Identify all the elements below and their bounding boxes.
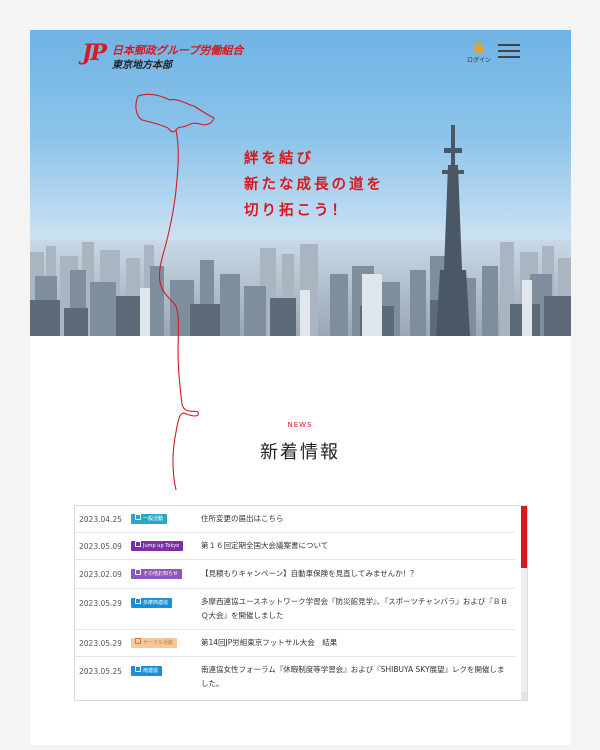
news-headline[interactable]: 南連協女性フォーラム『休暇制度等学習会』および『SHIBUYA SKY展望』レク… (201, 663, 509, 691)
news-item[interactable]: 2023.04.25 一般活動 住所変更の届出はこちら (75, 506, 515, 533)
news-category-tag[interactable]: 一般活動 (131, 514, 168, 524)
news-headline[interactable]: 多摩西連協ユースネットワーク学習会『防災館見学』、『スポーツチャンバラ』および『… (201, 595, 509, 623)
news-category-tag[interactable]: 南連協 (131, 666, 163, 676)
scroll-down-arrow-icon[interactable] (521, 692, 527, 700)
news-item[interactable]: 2023.05.29 多摩西連協 多摩西連協ユースネットワーク学習会『防災館見学… (75, 589, 515, 630)
news-category-tag[interactable]: その他お知らせ (131, 569, 182, 579)
news-item[interactable]: 2023.02.09 その他お知らせ 【見積もりキャンペーン】自動車保険を見直し… (75, 560, 515, 589)
login-button[interactable]: ログイン (464, 40, 494, 64)
news-date: 2023.05.29 (79, 639, 122, 648)
news-headline[interactable]: 住所変更の届出はこちら (201, 512, 509, 526)
news-headline[interactable]: 第14回JP労組東京フットサル大会 結果 (201, 636, 509, 650)
news-item[interactable]: 2023.05.25 南連協 南連協女性フォーラム『休暇制度等学習会』および『S… (75, 657, 515, 697)
news-eyebrow: NEWS (287, 421, 313, 429)
news-tag-label: Jump up Tokyo (143, 543, 180, 549)
jp-logo-mark: JP (82, 40, 107, 66)
news-tag-label: 南連協 (143, 668, 159, 674)
news-tag-label: 一般活動 (143, 516, 164, 522)
news-tag-label: 多摩西連協 (143, 600, 169, 606)
news-category-tag[interactable]: 多摩西連協 (131, 598, 173, 608)
news-date: 2023.05.09 (79, 542, 122, 551)
news-tag-label: その他お知らせ (143, 571, 178, 577)
lock-icon (135, 598, 141, 604)
login-label: ログイン (466, 57, 491, 64)
tagline-line: 切り拓こう！ (244, 203, 349, 219)
hero-banner: JP 日本郵政グループ労働組合 東京地方本部 ログイン 絆を結び 新たな成長の道… (30, 30, 571, 336)
news-list-panel[interactable]: 2023.04.25 一般活動 住所変更の届出はこちら 2023.05.09 J… (74, 505, 528, 701)
news-list: 2023.04.25 一般活動 住所変更の届出はこちら 2023.05.09 J… (75, 506, 515, 697)
news-item[interactable]: 2023.05.09 Jump up Tokyo 第１６回定期全国大会議案書につ… (75, 533, 515, 560)
news-headline[interactable]: 【見積もりキャンペーン】自動車保険を見直してみませんか！？ (201, 567, 509, 581)
news-date: 2023.05.29 (79, 599, 122, 608)
news-category-tag[interactable]: サークル活動 (131, 638, 177, 648)
hamburger-menu-button[interactable] (498, 44, 520, 60)
news-category-tag[interactable]: Jump up Tokyo (131, 541, 184, 551)
hero-tagline: 絆を結び 新たな成長の道を 切り拓こう！ (244, 146, 384, 224)
lock-icon (474, 40, 484, 53)
menu-line-icon (498, 50, 520, 52)
news-tag-label: サークル活動 (143, 640, 173, 646)
lock-icon (135, 638, 141, 644)
lock-icon (135, 666, 141, 672)
tagline-line: 絆を結び (244, 151, 314, 167)
site-logo[interactable]: JP 日本郵政グループ労働組合 東京地方本部 (82, 38, 252, 78)
menu-line-icon (498, 56, 520, 58)
lock-icon (135, 569, 141, 575)
news-section-title: 新着情報 (260, 442, 340, 463)
lock-icon (135, 541, 141, 547)
news-item[interactable]: 2023.05.29 サークル活動 第14回JP労組東京フットサル大会 結果 (75, 630, 515, 657)
menu-line-icon (498, 44, 520, 46)
news-headline[interactable]: 第１６回定期全国大会議案書について (201, 539, 509, 553)
tagline-line: 新たな成長の道を (244, 177, 384, 193)
branch-name: 東京地方本部 (112, 60, 172, 71)
news-date: 2023.02.09 (79, 570, 122, 579)
scrollbar-thumb[interactable] (521, 506, 527, 568)
news-date: 2023.05.25 (79, 667, 122, 676)
lock-icon (135, 514, 141, 520)
news-date: 2023.04.25 (79, 515, 122, 524)
news-scrollbar[interactable] (521, 506, 527, 700)
